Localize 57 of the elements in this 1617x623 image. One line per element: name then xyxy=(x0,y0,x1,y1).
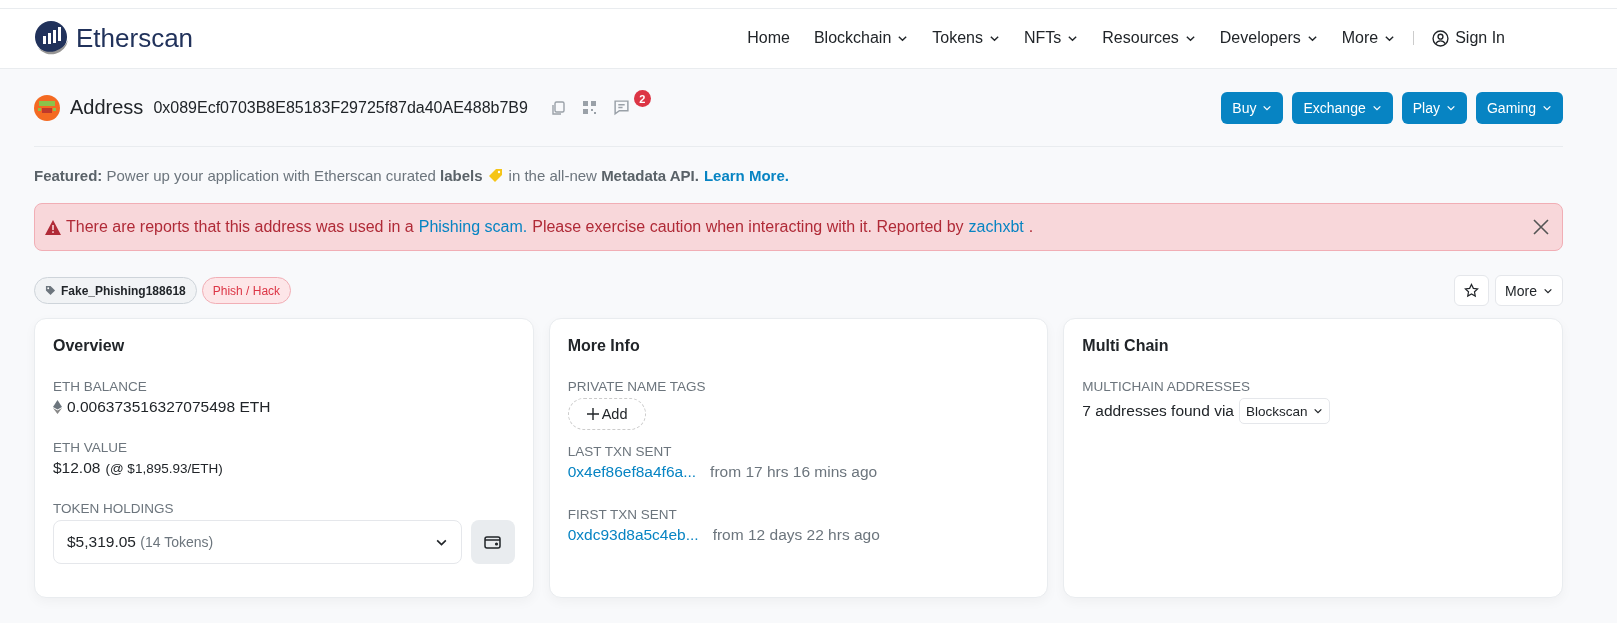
user-circle-icon xyxy=(1432,29,1450,47)
transaction-hash-link[interactable]: 0xdc93d8a5c4eb... xyxy=(567,526,699,544)
field-label: TOKEN HOLDINGS xyxy=(53,501,175,516)
comment-count-badge: 2 xyxy=(633,90,651,107)
warning-tag[interactable]: Phish / Hack xyxy=(201,277,292,304)
eth-price: (@ $1,895.93/ETH) xyxy=(105,460,223,476)
logo-icon[interactable] xyxy=(34,20,70,56)
transaction-age: from 17 hrs 16 mins ago xyxy=(710,463,878,481)
field-label: MULTICHAIN ADDRESSES xyxy=(1082,379,1252,394)
eth-value: $12.08 xyxy=(53,459,101,477)
eth-balance-value: 0.006373516327075498 ETH xyxy=(67,398,271,416)
transaction-age: from 12 days 22 hrs ago xyxy=(712,526,880,544)
card-title: Multi Chain xyxy=(1082,337,1170,355)
add-tag-button[interactable]: Add xyxy=(567,398,647,430)
nav-menu-item[interactable]: Developers xyxy=(1207,29,1330,47)
learn-more-link[interactable]: Learn More. xyxy=(703,167,789,184)
wallet-button[interactable] xyxy=(470,520,515,564)
field-label: ETH BALANCE xyxy=(53,379,148,394)
wallet-icon xyxy=(484,534,502,550)
ethereum-icon xyxy=(53,400,62,414)
nav-menu-item[interactable]: More xyxy=(1329,29,1408,47)
source-dropdown[interactable]: Blockscan xyxy=(1239,398,1330,424)
tag-icon xyxy=(487,167,504,184)
warning-icon xyxy=(45,219,61,235)
nav-menu-item[interactable]: Blockchain xyxy=(801,29,921,47)
card-title: Overview xyxy=(53,337,126,355)
field-label: ETH VALUE xyxy=(53,440,129,455)
close-button[interactable] xyxy=(1532,218,1550,236)
field-label: LAST TXN SENT xyxy=(567,444,673,459)
logo-wordmark[interactable]: Etherscan xyxy=(76,22,194,54)
avatar-icon xyxy=(34,94,60,121)
card-title: More Info xyxy=(567,337,641,355)
star-icon xyxy=(1464,283,1480,298)
transaction-hash-link[interactable]: 0x4ef86ef8a4f6a... xyxy=(567,463,697,481)
menu-button[interactable]: Exchange xyxy=(1292,91,1393,124)
sign-in-link[interactable]: Sign In xyxy=(1420,29,1517,47)
nav-menu-item[interactable]: Home xyxy=(735,29,802,47)
nav-menu-item[interactable]: Resources xyxy=(1090,29,1208,47)
warning-message: There are reports that this address was used in a Phishing scam. Please exercise caution when interacting with it. Reported by zachxbt . xyxy=(45,218,1034,236)
menu-button[interactable]: Gaming xyxy=(1475,91,1563,124)
featured-banner-text: Featured: Power up your application with Etherscan curated labels in the all-new Metadata API. Learn More. xyxy=(34,167,790,184)
nav-menu-item[interactable]: Tokens xyxy=(920,29,1012,47)
page-title: Address xyxy=(70,96,144,119)
field-label: FIRST TXN SENT xyxy=(567,507,678,522)
plus-icon xyxy=(586,408,599,420)
more-button[interactable]: More xyxy=(1495,275,1563,306)
menu-button[interactable]: Play xyxy=(1401,91,1467,124)
name-tag[interactable]: Fake_Phishing188618 xyxy=(34,277,197,304)
favorite-button[interactable] xyxy=(1454,275,1490,306)
field-label: PRIVATE NAME TAGS xyxy=(567,379,707,394)
chevron-down-icon xyxy=(1312,406,1323,416)
nav-menu-item[interactable]: NFTs xyxy=(1012,29,1091,47)
menu-button[interactable]: Buy xyxy=(1221,91,1284,124)
multichain-count-text: 7 addresses found via xyxy=(1082,402,1234,420)
address-hash: 0x089Ecf0703B8E85183F29725f87da40AE488b7B9 xyxy=(153,98,528,117)
tag-icon xyxy=(45,285,56,296)
token-holdings-dropdown[interactable]: $5,319.05 (14 Tokens) xyxy=(53,520,462,564)
